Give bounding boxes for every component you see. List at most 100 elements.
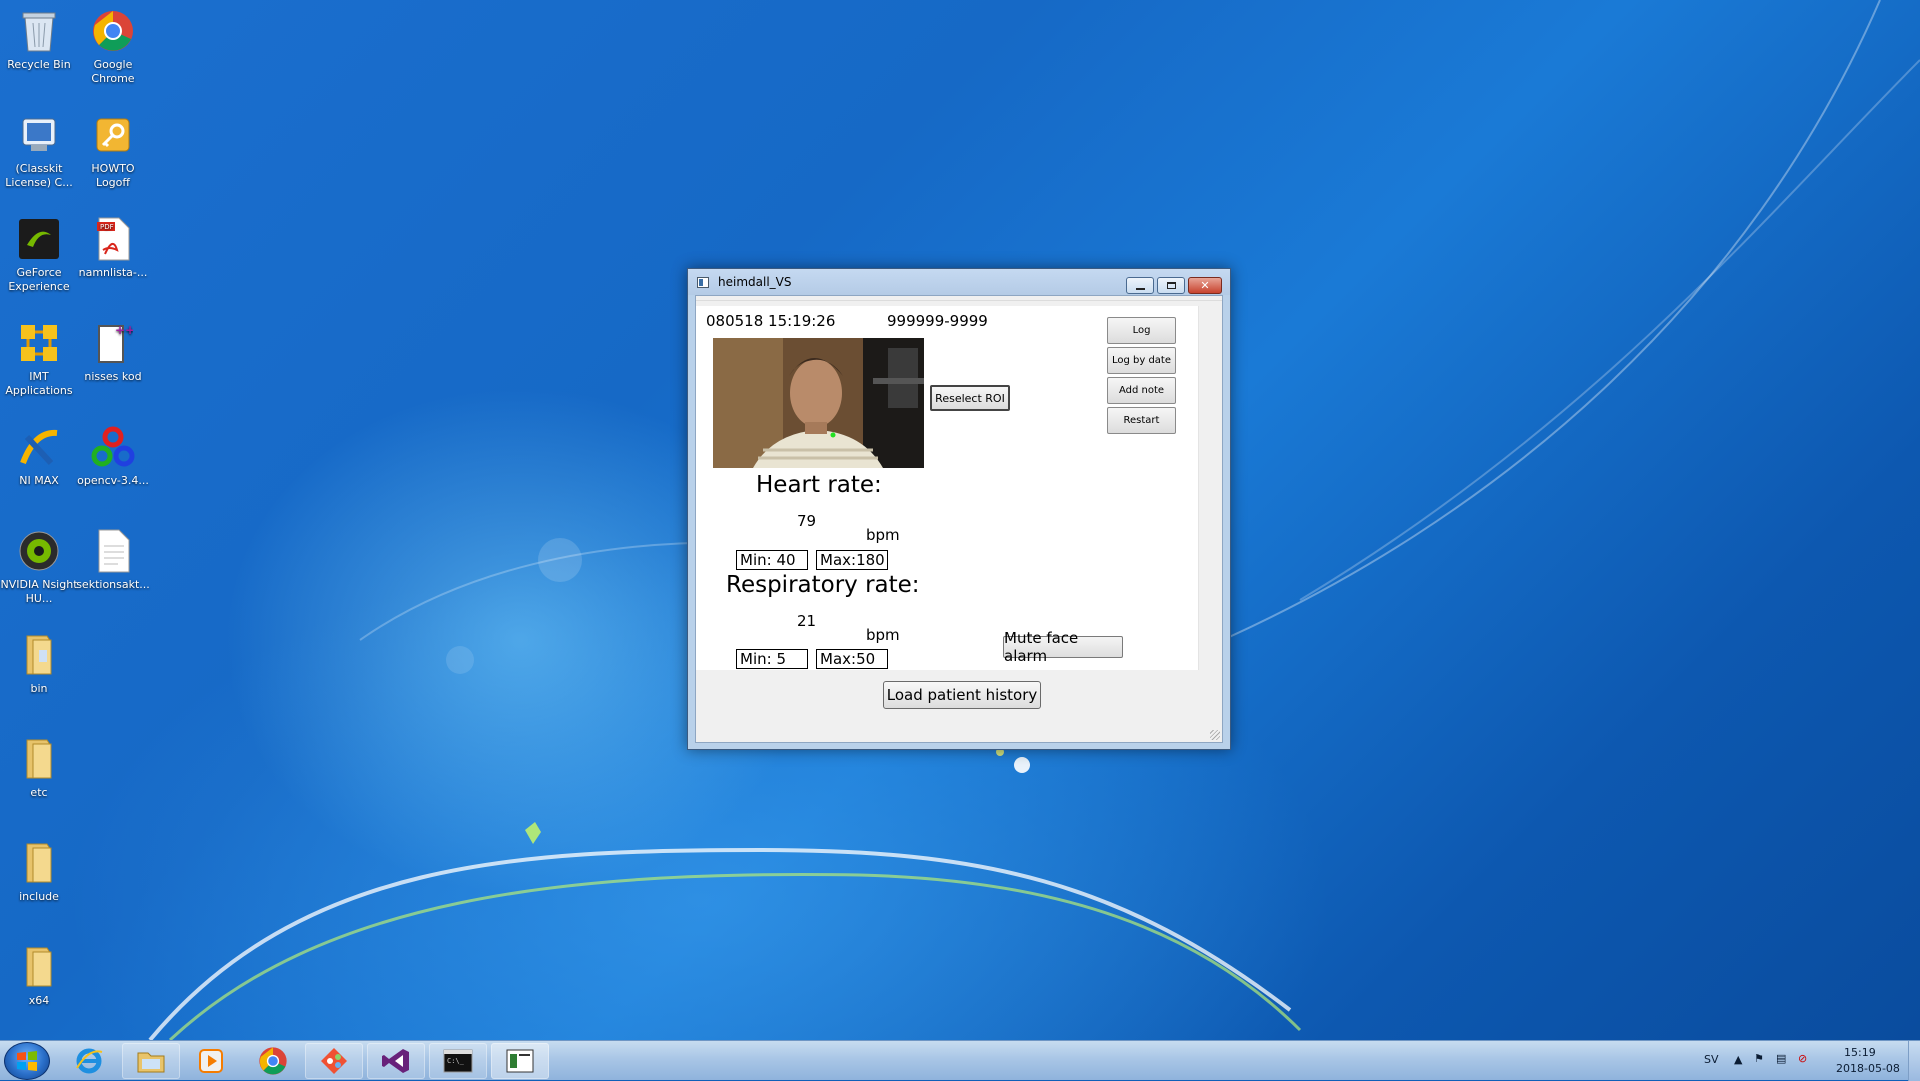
respiratory-rate-unit: bpm (866, 626, 900, 644)
maximize-icon (1166, 282, 1176, 289)
respiratory-rate-max-field[interactable]: Max:50 (816, 649, 888, 669)
internet-explorer-icon (76, 1048, 103, 1074)
key-icon (90, 112, 136, 158)
desktop-icon-include-folder[interactable]: include (0, 840, 78, 904)
resize-grip-icon[interactable] (1210, 730, 1220, 740)
clock-time[interactable]: 15:19 (1844, 1046, 1876, 1059)
desktop-icon-howto-logoff[interactable]: HOWTO Logoff (74, 112, 152, 190)
respiratory-rate-min-field[interactable]: Min: 5 (736, 649, 808, 669)
taskbar-command-prompt[interactable]: C:\_ (429, 1043, 487, 1079)
heart-rate-unit: bpm (866, 526, 900, 544)
desktop-icon-google-chrome[interactable]: Google Chrome (74, 8, 152, 86)
desktop-icon-label: namnlista-... (78, 266, 148, 279)
desktop-icon-label: nisses kod (84, 370, 142, 383)
timestamp-label: 080518 15:19:26 (706, 312, 836, 330)
desktop-icon-ni-max[interactable]: NI MAX (0, 424, 78, 488)
desktop-icon-label: Google Chrome (91, 58, 135, 85)
desktop-icon-label: bin (30, 682, 48, 695)
desktop-icon-label: sektionsakt... (76, 578, 150, 591)
maximize-button[interactable] (1157, 277, 1185, 294)
volume-muted-icon[interactable]: ⊘ (1798, 1052, 1807, 1065)
desktop-icon-etc-folder[interactable]: etc (0, 736, 78, 800)
windows-logo-icon (17, 1051, 37, 1071)
reselect-roi-button[interactable]: Reselect ROI (930, 385, 1010, 411)
taskbar-visual-studio[interactable] (367, 1043, 425, 1079)
panel-scroll-area[interactable] (1198, 306, 1222, 670)
svg-text:++: ++ (115, 323, 133, 337)
svg-text:C:\_: C:\_ (447, 1057, 465, 1065)
visual-studio-icon (382, 1049, 409, 1073)
minimize-button[interactable] (1126, 277, 1154, 294)
heart-rate-max-field[interactable]: Max:180 (816, 550, 888, 570)
action-center-flag-icon[interactable]: ⚑ (1754, 1052, 1764, 1065)
close-icon: ✕ (1200, 279, 1210, 292)
geforce-icon (16, 216, 62, 262)
taskbar: C:\_ SV ▲ ⚑ ▤ ⊘ 15:19 2018-05-08 (0, 1040, 1920, 1081)
window-title: heimdall_VS (718, 275, 792, 289)
restart-button[interactable]: Restart (1107, 407, 1176, 434)
opencv-icon (90, 424, 136, 470)
mute-face-alarm-button[interactable]: Mute face alarm (1003, 629, 1123, 665)
taskbar-internet-explorer[interactable] (60, 1043, 118, 1079)
log-by-date-button[interactable]: Log by date (1107, 347, 1176, 374)
folder-icon (16, 840, 62, 886)
desktop-icon-sektionsakt[interactable]: sektionsakt... (74, 528, 152, 592)
desktop-icon-namnlista-pdf[interactable]: PDF namnlista-... (74, 216, 152, 280)
respiratory-rate-value: 21 (797, 612, 817, 630)
show-desktop-button[interactable] (1908, 1041, 1920, 1081)
desktop-icon-label: opencv-3.4... (77, 474, 149, 487)
start-button[interactable] (4, 1042, 50, 1080)
heart-rate-title: Heart rate: (756, 472, 882, 498)
desktop-icon-classkit-license[interactable]: (Classkit License) C... (0, 112, 78, 190)
chrome-icon (259, 1047, 287, 1075)
desktop-icon-nisses-kod[interactable]: ++ nisses kod (74, 320, 152, 384)
classkit-icon (16, 112, 62, 158)
network-icon[interactable]: ▤ (1776, 1052, 1786, 1065)
desktop-icon-x64-folder[interactable]: x64 (0, 944, 78, 1008)
app-window-icon (506, 1049, 534, 1073)
taskbar-google-chrome[interactable] (244, 1043, 302, 1079)
taskbar-heimdall-vs[interactable] (491, 1043, 549, 1079)
window-titlebar[interactable]: heimdall_VS ✕ (688, 269, 1230, 295)
camera-video-feed[interactable] (713, 338, 924, 468)
heart-rate-min-field[interactable]: Min: 40 (736, 550, 808, 570)
desktop-icon-label: (Classkit License) C... (5, 162, 73, 189)
close-button[interactable]: ✕ (1188, 277, 1222, 294)
desktop-icon-recycle-bin[interactable]: Recycle Bin (0, 8, 78, 72)
taskbar-file-explorer[interactable] (122, 1043, 180, 1079)
app-window-icon (697, 277, 709, 288)
desktop-icon-opencv[interactable]: opencv-3.4... (74, 424, 152, 488)
git-icon (321, 1048, 347, 1074)
video-frame-image (713, 338, 924, 468)
text-file-icon (90, 528, 136, 574)
desktop-icon-label: Recycle Bin (7, 58, 71, 71)
desktop-icon-imt-applications[interactable]: IMT Applications (0, 320, 78, 398)
desktop-icon-label: x64 (28, 994, 50, 1007)
cpp-file-icon: ++ (90, 320, 136, 366)
desktop-icon-bin-folder[interactable]: bin (0, 632, 78, 696)
add-note-button[interactable]: Add note (1107, 377, 1176, 404)
taskbar-git-tool[interactable] (305, 1043, 363, 1079)
folder-icon (16, 632, 62, 678)
desktop-icon-nvidia-nsight[interactable]: NVIDIA Nsight HU... (0, 528, 78, 606)
desktop-icon-geforce-experience[interactable]: GeForce Experience (0, 216, 78, 294)
heart-rate-value: 79 (797, 512, 817, 530)
desktop-icon-label: GeForce Experience (8, 266, 70, 293)
pdf-file-icon: PDF (90, 216, 136, 262)
minimize-icon (1135, 287, 1145, 290)
language-indicator[interactable]: SV (1704, 1053, 1719, 1066)
recycle-bin-icon (16, 8, 62, 54)
heimdall-window[interactable]: heimdall_VS ✕ 080518 15:19:26 999999-999… (687, 268, 1231, 750)
show-hidden-icons-button[interactable]: ▲ (1734, 1053, 1742, 1066)
desktop-icon-label: HOWTO Logoff (91, 162, 135, 189)
folder-icon (16, 736, 62, 782)
load-patient-history-button[interactable]: Load patient history (883, 681, 1041, 709)
taskbar-media-player[interactable] (182, 1043, 240, 1079)
window-client-area: 080518 15:19:26 999999-9999 Reselect ROI… (695, 295, 1223, 743)
media-player-icon (199, 1049, 223, 1073)
system-tray: SV ▲ ⚑ ▤ ⊘ 15:19 2018-05-08 (1680, 1041, 1920, 1081)
clock-date[interactable]: 2018-05-08 (1836, 1062, 1900, 1075)
patient-id-label: 999999-9999 (887, 312, 988, 330)
log-button[interactable]: Log (1107, 317, 1176, 344)
desktop-icon-label: IMT Applications (5, 370, 73, 397)
